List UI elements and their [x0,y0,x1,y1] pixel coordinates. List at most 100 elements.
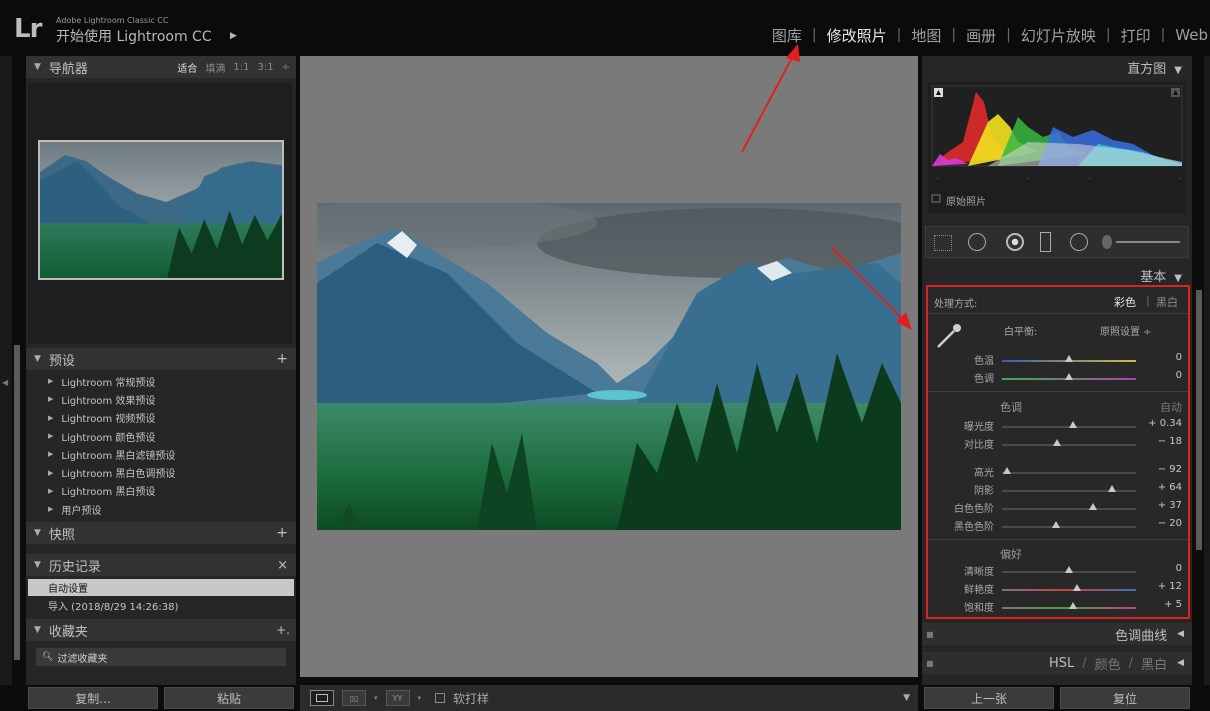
basic-header[interactable]: 基本 ▼ [922,264,1192,286]
brush-slider[interactable] [1116,241,1180,243]
get-started-link[interactable]: 开始使用 Lightroom CC [56,26,212,46]
slider-thumb[interactable] [1065,566,1073,573]
auto-tone-button[interactable]: 自动 [1160,399,1182,415]
add-snapshot-icon[interactable]: + [276,525,288,541]
spot-removal-icon[interactable] [968,233,986,251]
treatment-bw-option[interactable]: 黑白 [1156,294,1178,310]
red-eye-icon[interactable] [1006,233,1024,251]
module-web[interactable]: Web [1165,26,1210,44]
histogram-header[interactable]: 直方图 ▼ [922,56,1192,78]
preset-folder[interactable]: ▶ Lightroom 黑白色调预设 [26,463,296,481]
histogram[interactable]: – – – – 原始照片 [928,82,1186,214]
graduated-filter-icon[interactable] [1040,232,1051,252]
module-print[interactable]: 打印 [1111,25,1161,46]
left-panel-toggle[interactable] [0,56,12,685]
slider-thumb[interactable] [1069,602,1078,609]
module-library[interactable]: 图库 [762,25,812,46]
panel-switch-icon[interactable]: ■ [926,659,934,668]
add-collection-icon[interactable]: +. [276,623,290,637]
play-caret-icon[interactable]: ▶ [230,31,237,41]
module-develop[interactable]: 修改照片 [817,25,897,46]
vibrance-track[interactable] [1002,589,1136,591]
clear-history-icon[interactable]: × [277,558,288,573]
eyedropper-icon[interactable] [934,321,964,351]
module-map[interactable]: 地图 [901,25,951,46]
slider-value[interactable]: − 92 [1158,464,1182,475]
color-tab[interactable]: 颜色 [1095,654,1121,673]
panel-switch-icon[interactable]: ■ [926,630,934,639]
image-canvas[interactable] [300,56,918,677]
slider-thumb[interactable] [1051,521,1060,528]
slider-thumb[interactable] [1052,439,1061,446]
add-preset-icon[interactable]: + [276,351,288,367]
slider-thumb[interactable] [1065,355,1073,362]
module-slideshow[interactable]: 幻灯片放映 [1011,25,1106,46]
presets-header[interactable]: ▼ 预设 + [26,348,296,370]
preset-folder[interactable]: ▶ Lightroom 常规预设 [26,372,296,390]
preset-folder[interactable]: ▶ Lightroom 效果预设 [26,390,296,408]
slider-thumb[interactable] [1073,584,1082,591]
slider-track[interactable] [1002,444,1136,446]
preset-folder[interactable]: ▶ Lightroom 颜色预设 [26,427,296,445]
slider-thumb[interactable] [1107,485,1116,492]
slider-thumb[interactable] [1089,503,1098,510]
slider-track[interactable] [1002,508,1136,510]
history-item[interactable]: 导入 (2018/8/29 14:26:38) [28,597,294,614]
slider-track[interactable] [1002,526,1136,528]
slider-thumb[interactable] [1069,421,1078,428]
navigator-preview[interactable] [28,82,292,344]
slider-value[interactable]: + 5 [1164,599,1182,610]
filter-collections-field[interactable]: 🔍︎ 过滤收藏夹 [36,648,286,666]
slider-value[interactable]: − 20 [1158,518,1182,529]
previous-button[interactable]: 上一张 [924,687,1054,709]
module-book[interactable]: 画册 [956,25,1006,46]
slider-track[interactable] [1002,490,1136,492]
snapshots-header[interactable]: ▼ 快照 + [26,522,296,544]
slider-track[interactable] [1002,472,1136,474]
slider-value[interactable]: 0 [1176,370,1182,381]
preset-folder[interactable]: ▶ Lightroom 黑白滤镜预设 [26,445,296,463]
slider-thumb[interactable] [1003,467,1012,474]
zoom-dropdown-icon[interactable]: ÷ [282,62,290,73]
slider-value[interactable]: 0 [1176,563,1182,574]
slider-value[interactable]: − 18 [1158,436,1182,447]
white-balance-dropdown[interactable]: 原照设置 ÷ [1100,323,1152,338]
preset-folder[interactable]: ▶ 用户预设 [26,500,296,518]
dropdown-caret-icon[interactable]: ▾ [418,694,422,702]
copy-settings-button[interactable]: 复制... [28,687,158,709]
slider-thumb[interactable] [1065,373,1073,380]
slider-value[interactable]: 0 [1176,352,1182,363]
zoom-3-1[interactable]: 3:1 [258,62,274,73]
right-scrollbar[interactable] [1196,290,1202,550]
slider-value[interactable]: + 64 [1158,482,1182,493]
treatment-color-option[interactable]: 彩色 [1114,294,1136,310]
swap-before-after-button[interactable]: YY [385,690,410,706]
history-item-selected[interactable]: 自动设置 [28,579,294,596]
soft-proof-checkbox[interactable] [435,693,446,703]
dropdown-caret-icon[interactable]: ▾ [374,694,378,702]
preset-folder[interactable]: ▶ Lightroom 黑白预设 [26,482,296,500]
collections-header[interactable]: ▼ 收藏夹 +. [26,619,296,641]
collapse-left-arrow-icon[interactable]: ◀ [2,378,8,387]
bw-tab[interactable]: 黑白 [1141,654,1167,673]
toolbar-menu-icon[interactable]: ▼ [903,693,910,703]
slider-value[interactable]: + 0.34 [1148,418,1182,429]
hsl-header[interactable]: ■ HSL / 颜色 / 黑白 ◀ [922,652,1192,674]
slider-value[interactable]: + 37 [1158,500,1182,511]
navigator-thumbnail[interactable] [38,140,284,280]
preset-folder[interactable]: ▶ Lightroom 视频预设 [26,409,296,427]
reset-button[interactable]: 复位 [1060,687,1190,709]
zoom-fill[interactable]: 填满 [205,60,225,75]
before-after-button[interactable]: ▯▯ [342,690,366,706]
loupe-view-button[interactable] [310,690,334,706]
paste-settings-button[interactable]: 粘贴 [164,687,294,709]
history-header[interactable]: ▼ 历史记录 × [26,554,296,576]
zoom-1-1[interactable]: 1:1 [233,62,249,73]
slider-value[interactable]: + 12 [1158,581,1182,592]
tone-curve-header[interactable]: ■ 色调曲线 ◀ [922,623,1192,645]
radial-filter-icon[interactable] [1070,233,1088,251]
zoom-fit[interactable]: 适合 [177,60,197,75]
left-scrollbar[interactable] [14,345,20,660]
crop-overlay-icon[interactable] [934,235,952,251]
adjustment-brush-icon[interactable] [1102,235,1112,249]
